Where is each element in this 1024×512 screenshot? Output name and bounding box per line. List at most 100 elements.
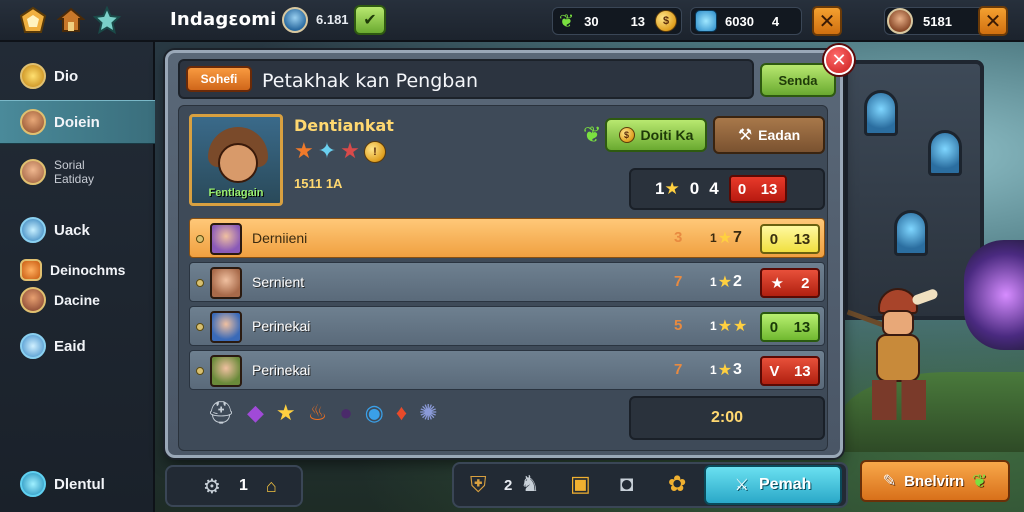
portal — [964, 240, 1024, 350]
row-name: Derniieni — [252, 230, 308, 246]
table-row[interactable]: Derniieni 3 1 ★ 7 0 13 — [189, 218, 825, 258]
score-chip-a: 0 — [737, 180, 747, 198]
blue-orb-icon[interactable]: ◉ — [365, 400, 384, 426]
knight-icon[interactable]: ♞ — [520, 471, 540, 497]
chest-icon[interactable]: ▣ — [570, 471, 591, 497]
house-icon[interactable]: ⌂ — [266, 476, 277, 497]
red-star-icon: ★ — [340, 138, 360, 163]
star-icon: ★ — [717, 362, 733, 379]
fire-icon[interactable]: ♨ — [308, 400, 328, 426]
hero-legs — [872, 380, 926, 420]
bottom-left-bar: ⚙ 1 ⌂ — [165, 465, 303, 507]
leaf-check-icon[interactable]: ✔ — [354, 5, 386, 35]
row-mark: 3 — [674, 229, 683, 246]
gems-pill: ❦ 30 13 $ — [552, 7, 682, 35]
shield-icon[interactable]: ⛨ — [470, 472, 487, 498]
leaf-icon: ❦ — [583, 122, 602, 147]
sidebar-item-label: Deinochms — [50, 262, 126, 278]
purple-crystal-icon[interactable]: ◆ — [247, 400, 264, 426]
gold-star-icon[interactable]: ★ — [276, 400, 296, 426]
star-icon: ★ — [664, 179, 680, 198]
helmet-icon[interactable]: ⛑ — [207, 400, 235, 426]
row-chip[interactable]: V 13 — [760, 356, 820, 386]
panel-header: Sohefi Petakhak kan Pengban — [178, 59, 754, 99]
sidebar-item-sublabel: Eatiday — [54, 172, 95, 186]
red-gem-icon[interactable]: ♦ — [396, 400, 407, 426]
panel-tag-button[interactable]: Sohefi — [186, 66, 252, 92]
gold-medal-icon — [20, 63, 46, 89]
blue-shield-icon — [20, 333, 46, 359]
score-box: 1★ 0 4 0 13 — [629, 168, 825, 210]
row-chip[interactable]: ★ 2 — [760, 268, 820, 298]
score-chip-b: 13 — [760, 180, 778, 198]
portrait-face — [218, 143, 258, 183]
row-name: Perinekai — [252, 318, 311, 334]
timer-box: 2:00 — [629, 396, 825, 440]
row-chip[interactable]: 0 13 — [760, 224, 820, 254]
bnelvirn-button[interactable]: ✎ Bnelvirn ❦ — [860, 460, 1010, 502]
table-row[interactable]: Perinekai 5 1 ★ ★ 0 13 — [189, 306, 825, 346]
sidebar-item-dacine[interactable]: Dacine — [0, 278, 155, 322]
coins-pill: 6030 4 — [690, 7, 802, 35]
row-chip-b: 13 — [793, 362, 811, 380]
gear-icon[interactable]: ⚙ — [203, 474, 221, 499]
sidebar-footer[interactable]: Dlentul — [0, 462, 155, 506]
sidebar-item-uack[interactable]: Uack — [0, 208, 155, 252]
sidebar-item-sorial[interactable]: Sorial Eatiday — [0, 150, 155, 194]
row-stars-text: 2 — [733, 273, 742, 290]
player-count: 6.181 — [316, 12, 349, 27]
close-icon[interactable]: ✕ — [812, 6, 842, 36]
sidebar-item-dio[interactable]: Dio — [0, 54, 155, 98]
leaf-icon: ❦ — [559, 10, 575, 31]
table-row[interactable]: Perinekai 7 1 ★ 3 V 13 — [189, 350, 825, 390]
sidebar-item-eaid[interactable]: Eaid — [0, 324, 155, 368]
row-chip-b: 2 — [801, 274, 810, 292]
eadan-button[interactable]: ⚒ Eadan — [713, 116, 825, 154]
sidebar-item-text: Sorial Eatiday — [54, 158, 94, 186]
blue-swirl-icon — [20, 217, 46, 243]
score-chip: 0 13 — [728, 175, 787, 203]
orange-star-icon: ★ — [294, 138, 314, 163]
sidebar: Dio Doiein Sorial Eatiday Uack Deinochms… — [0, 42, 155, 512]
row-stars: 1 ★ 7 — [710, 229, 742, 247]
row-stars-text: 3 — [733, 361, 742, 378]
main-panel: Sohefi Petakhak kan Pengban Senda ✕ Fent… — [165, 45, 854, 458]
avatar-icon[interactable] — [887, 8, 913, 34]
row-stars: 1 ★ ★ — [710, 318, 748, 335]
house-icon[interactable] — [56, 5, 86, 35]
camera-icon[interactable]: ◘ — [620, 471, 633, 497]
water-drop-icon — [20, 471, 46, 497]
sidebar-item-label: Sorial — [54, 158, 85, 172]
home-badge-icon[interactable] — [18, 5, 48, 35]
tower-window — [864, 90, 898, 136]
table-row[interactable]: Sernient 7 1 ★ 2 ★ 2 — [189, 262, 825, 302]
rune-icon[interactable]: ✺ — [419, 400, 437, 426]
globe-avatar-icon[interactable] — [280, 5, 310, 35]
row-chip[interactable]: 0 13 — [760, 312, 820, 342]
bnelvirn-label: Bnelvirn — [904, 472, 965, 490]
close-icon[interactable]: ✕ — [978, 6, 1008, 36]
star-icon: ★ — [717, 318, 733, 335]
timer-value: 2:00 — [710, 409, 744, 426]
doiti-ka-button[interactable]: $ Doiti Ka — [605, 118, 707, 152]
close-panel-icon[interactable]: ✕ — [824, 45, 854, 75]
row-stars: 1 ★ 2 — [710, 273, 742, 291]
row-dot — [196, 323, 204, 331]
doiti-ka-label: Doiti Ka — [640, 127, 694, 143]
sidebar-item-label: Eaid — [54, 337, 86, 355]
pemah-button[interactable]: ⚔ Pemah — [704, 465, 842, 505]
coins-value: 6030 — [725, 13, 754, 29]
bottom-action-bar: ⛨ 2 ♞ ▣ ◘ ✿ ⚔ Pemah — [452, 462, 848, 508]
sidebar-item-label: Dio — [54, 67, 79, 85]
row-avatar — [210, 223, 242, 255]
dark-gem-icon[interactable]: ● — [339, 400, 352, 426]
senda-button[interactable]: Senda — [760, 63, 836, 97]
star-icon: ★ — [733, 318, 748, 335]
row-stars-text: 7 — [733, 229, 742, 246]
sidebar-item-doiein[interactable]: Doiein — [0, 100, 155, 144]
star-icon[interactable] — [92, 5, 122, 35]
treasure-icon[interactable]: ✿ — [668, 471, 686, 497]
row-name: Sernient — [252, 274, 305, 290]
hero-body — [876, 334, 920, 382]
coins-suffix: 4 — [771, 13, 780, 29]
